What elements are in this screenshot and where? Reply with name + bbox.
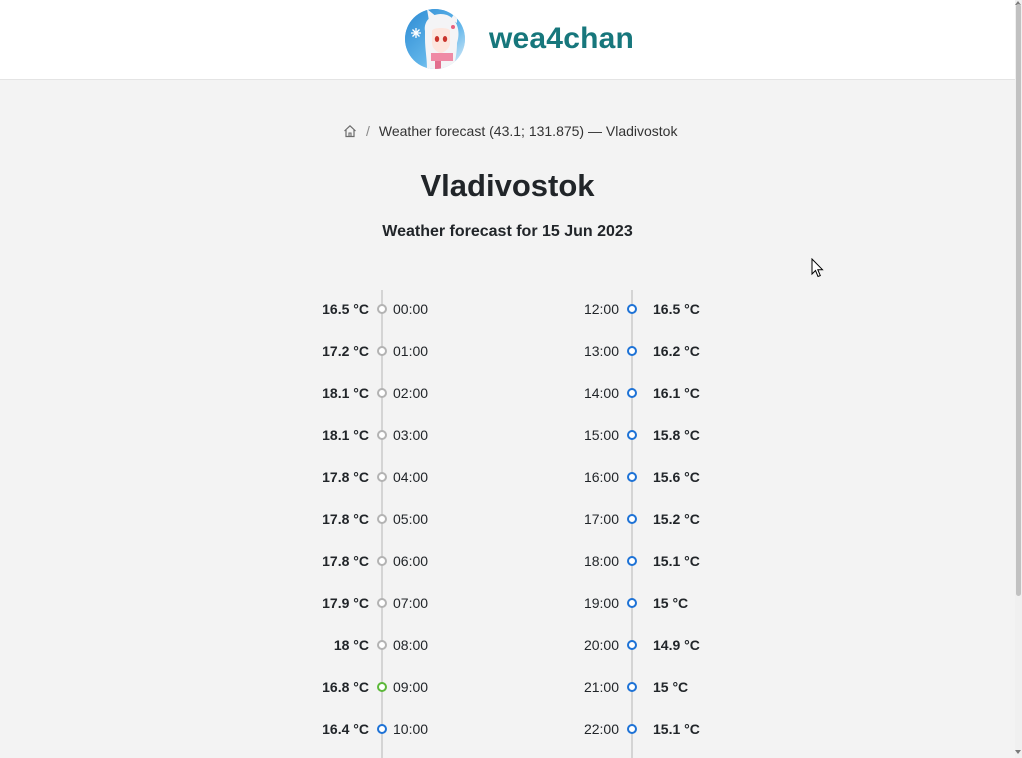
forecast-time: 19:00 xyxy=(583,595,619,611)
forecast-time: 14:00 xyxy=(583,385,619,401)
forecast-time: 17:00 xyxy=(583,511,619,527)
forecast-temperature: 15 °C xyxy=(653,679,689,695)
forecast-time: 20:00 xyxy=(583,637,619,653)
timeline-dot xyxy=(627,640,637,650)
forecast-row: 13:00 16.2 °C xyxy=(0,341,1015,361)
forecast-row: 12:00 16.5 °C xyxy=(0,299,1015,319)
forecast-time: 16:00 xyxy=(583,469,619,485)
forecast-time: 18:00 xyxy=(583,553,619,569)
page-title: Vladivostok xyxy=(420,168,595,203)
timeline-dot xyxy=(627,682,637,692)
forecast-temperature: 16.5 °C xyxy=(653,301,700,317)
timeline-dot xyxy=(627,430,637,440)
mouse-cursor-icon xyxy=(811,258,824,278)
timeline-dot xyxy=(627,304,637,314)
breadcrumb: / Weather forecast (43.1; 131.875) — Vla… xyxy=(343,123,677,139)
forecast-row: 20:00 14.9 °C xyxy=(0,635,1015,655)
forecast-row: 22:00 15.1 °C xyxy=(0,719,1015,739)
forecast-row: 19:00 15 °C xyxy=(0,593,1015,613)
forecast-temperature: 15.8 °C xyxy=(653,427,700,443)
forecast-row: 17:00 15.2 °C xyxy=(0,509,1015,529)
breadcrumb-current: Weather forecast (43.1; 131.875) — Vladi… xyxy=(378,123,678,139)
vertical-scrollbar[interactable] xyxy=(1015,0,1022,758)
timeline-dot xyxy=(627,556,637,566)
forecast-temperature: 15.1 °C xyxy=(653,553,700,569)
forecast-row: 18:00 15.1 °C xyxy=(0,551,1015,571)
timeline-dot xyxy=(627,472,637,482)
site-name-link[interactable]: wea4chan xyxy=(489,22,634,56)
forecast-temperature: 16.2 °C xyxy=(653,343,700,359)
forecast-temperature: 15.6 °C xyxy=(653,469,700,485)
forecast-row: 15:00 15.8 °C xyxy=(0,425,1015,445)
home-icon[interactable] xyxy=(343,124,357,138)
timeline-dot xyxy=(627,346,637,356)
forecast-temperature: 14.9 °C xyxy=(653,637,700,653)
scrollbar-thumb[interactable] xyxy=(1016,4,1021,596)
timeline-dot xyxy=(627,388,637,398)
forecast-time: 21:00 xyxy=(583,679,619,695)
breadcrumb-separator: / xyxy=(366,123,370,139)
site-header: wea4chan xyxy=(0,0,1015,80)
forecast-temperature: 15.2 °C xyxy=(653,511,700,527)
timeline-dot xyxy=(627,514,637,524)
forecast-row: 14:00 16.1 °C xyxy=(0,383,1015,403)
timeline-dot xyxy=(627,724,637,734)
forecast-temperature: 16.1 °C xyxy=(653,385,700,401)
forecast-time: 13:00 xyxy=(583,343,619,359)
timeline-dot xyxy=(627,598,637,608)
forecast-time: 22:00 xyxy=(583,721,619,737)
forecast-temperature: 15.1 °C xyxy=(653,721,700,737)
logo-icon[interactable] xyxy=(405,9,465,69)
forecast-temperature: 15 °C xyxy=(653,595,689,611)
forecast-time: 12:00 xyxy=(583,301,619,317)
forecast-time: 15:00 xyxy=(583,427,619,443)
forecast-row: 16:00 15.6 °C xyxy=(0,467,1015,487)
forecast-row: 21:00 15 °C xyxy=(0,677,1015,697)
page-subtitle: Weather forecast for 15 Jun 2023 xyxy=(382,223,633,240)
